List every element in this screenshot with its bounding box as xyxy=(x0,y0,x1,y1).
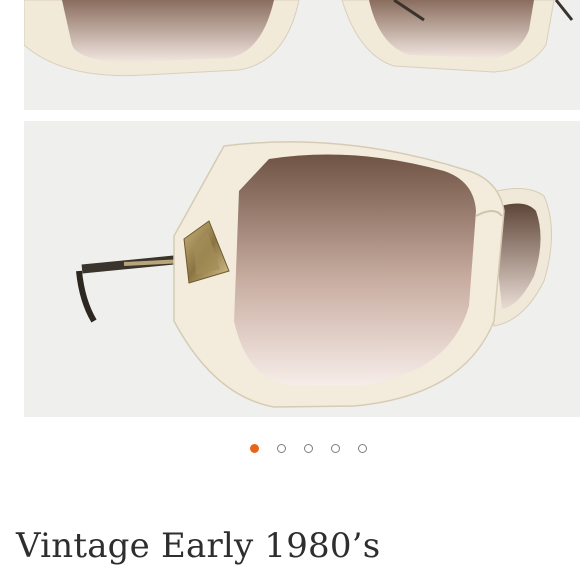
carousel-dot-3[interactable] xyxy=(304,444,313,453)
sunglasses-front-image xyxy=(24,0,580,110)
carousel-photo-main[interactable] xyxy=(24,121,580,417)
carousel-dot-1[interactable] xyxy=(250,444,259,453)
listing-title: Vintage Early 1980’s xyxy=(16,526,381,566)
carousel-dot-4[interactable] xyxy=(331,444,340,453)
carousel-indicators xyxy=(241,444,376,453)
carousel-photo-top[interactable] xyxy=(24,0,580,110)
carousel-dot-5[interactable] xyxy=(358,444,367,453)
sunglasses-side-image xyxy=(24,121,580,417)
carousel-dot-2[interactable] xyxy=(277,444,286,453)
